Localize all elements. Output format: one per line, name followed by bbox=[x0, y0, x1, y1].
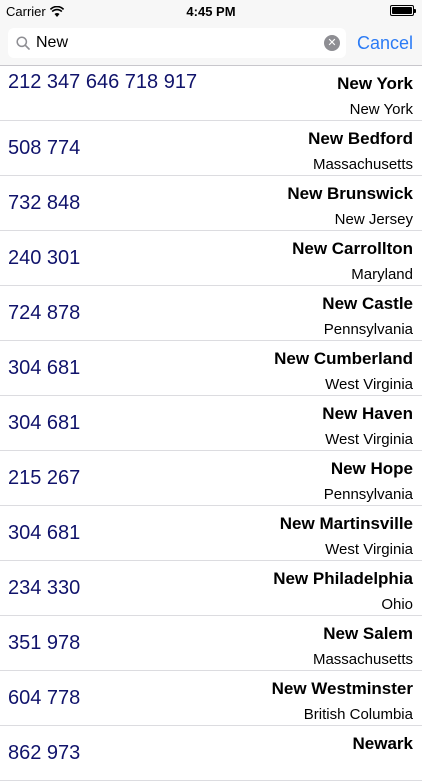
state-name: West Virginia bbox=[325, 431, 413, 448]
area-codes: 351 978 bbox=[8, 632, 81, 654]
city-name: New Martinsville bbox=[279, 514, 413, 533]
battery-fill bbox=[392, 7, 412, 14]
list-item[interactable]: 240 301 New Carrollton Maryland bbox=[0, 231, 422, 286]
cancel-button[interactable]: Cancel bbox=[357, 33, 413, 54]
status-bar: Carrier 4:45 PM bbox=[0, 0, 422, 22]
list-item[interactable]: 604 778 New Westminster British Columbia bbox=[0, 671, 422, 726]
search-field[interactable]: ✕ bbox=[8, 28, 346, 58]
list-item[interactable]: 304 681 New Haven West Virginia bbox=[0, 396, 422, 451]
area-codes: 215 267 bbox=[8, 467, 81, 489]
search-icon bbox=[16, 36, 30, 50]
state-name: Massachusetts bbox=[312, 651, 413, 668]
list-item[interactable]: 732 848 New Brunswick New Jersey bbox=[0, 176, 422, 231]
state-name: New Jersey bbox=[334, 211, 413, 228]
area-codes: 732 848 bbox=[8, 192, 81, 214]
area-codes: 304 681 bbox=[8, 412, 81, 434]
area-codes: 724 878 bbox=[8, 302, 81, 324]
clear-icon[interactable]: ✕ bbox=[324, 35, 340, 51]
list-item[interactable]: 215 267 New Hope Pennsylvania bbox=[0, 451, 422, 506]
state-name: Maryland bbox=[351, 266, 413, 283]
state-name: British Columbia bbox=[303, 706, 413, 723]
area-codes: 862 973 bbox=[8, 742, 81, 764]
list-item[interactable]: 304 681 New Martinsville West Virginia bbox=[0, 506, 422, 561]
city-name: New Brunswick bbox=[287, 184, 413, 203]
city-name: New Cumberland bbox=[274, 349, 413, 368]
area-codes: 304 681 bbox=[8, 522, 81, 544]
state-name: Ohio bbox=[381, 596, 413, 613]
list-item[interactable]: 212 347 646 718 917 New York New York bbox=[0, 66, 422, 121]
state-name: Pennsylvania bbox=[323, 486, 413, 503]
results-list: 212 347 646 718 917 New York New York 508 7… bbox=[0, 66, 422, 781]
area-codes: 604 778 bbox=[8, 687, 81, 709]
state-name: West Virginia bbox=[325, 376, 413, 393]
city-name: New Castle bbox=[322, 294, 413, 313]
area-codes: 240 301 bbox=[8, 247, 81, 269]
list-item[interactable]: 351 978 New Salem Massachusetts bbox=[0, 616, 422, 671]
city-name: New Philadelphia bbox=[273, 569, 413, 588]
search-input[interactable] bbox=[36, 28, 326, 58]
city-name: New Westminster bbox=[271, 679, 413, 698]
battery-icon bbox=[390, 5, 416, 16]
city-name: New York bbox=[337, 74, 413, 93]
search-bar: ✕ Cancel bbox=[0, 22, 422, 66]
city-name: New Hope bbox=[330, 459, 413, 478]
list-item[interactable]: 508 774 New Bedford Massachusetts bbox=[0, 121, 422, 176]
list-item[interactable]: 304 681 New Cumberland West Virginia bbox=[0, 341, 422, 396]
clock: 4:45 PM bbox=[186, 4, 236, 19]
city-name: New Carrollton bbox=[292, 239, 413, 258]
state-name: West Virginia bbox=[325, 541, 413, 558]
state-name: Pennsylvania bbox=[323, 321, 413, 338]
area-codes: 304 681 bbox=[8, 357, 81, 379]
state-name: Massachusetts bbox=[312, 156, 413, 173]
area-codes: 508 774 bbox=[8, 137, 81, 159]
area-codes: 234 330 bbox=[8, 577, 81, 599]
state-name: New York bbox=[349, 101, 413, 118]
city-name: New Bedford bbox=[308, 129, 413, 148]
list-item[interactable]: 862 973 Newark bbox=[0, 726, 422, 781]
area-codes: 212 347 646 718 917 bbox=[8, 71, 198, 93]
list-item[interactable]: 724 878 New Castle Pennsylvania bbox=[0, 286, 422, 341]
city-name: New Salem bbox=[323, 624, 413, 643]
city-name: New Haven bbox=[322, 404, 413, 423]
city-name: Newark bbox=[352, 734, 413, 753]
list-item[interactable]: 234 330 New Philadelphia Ohio bbox=[0, 561, 422, 616]
